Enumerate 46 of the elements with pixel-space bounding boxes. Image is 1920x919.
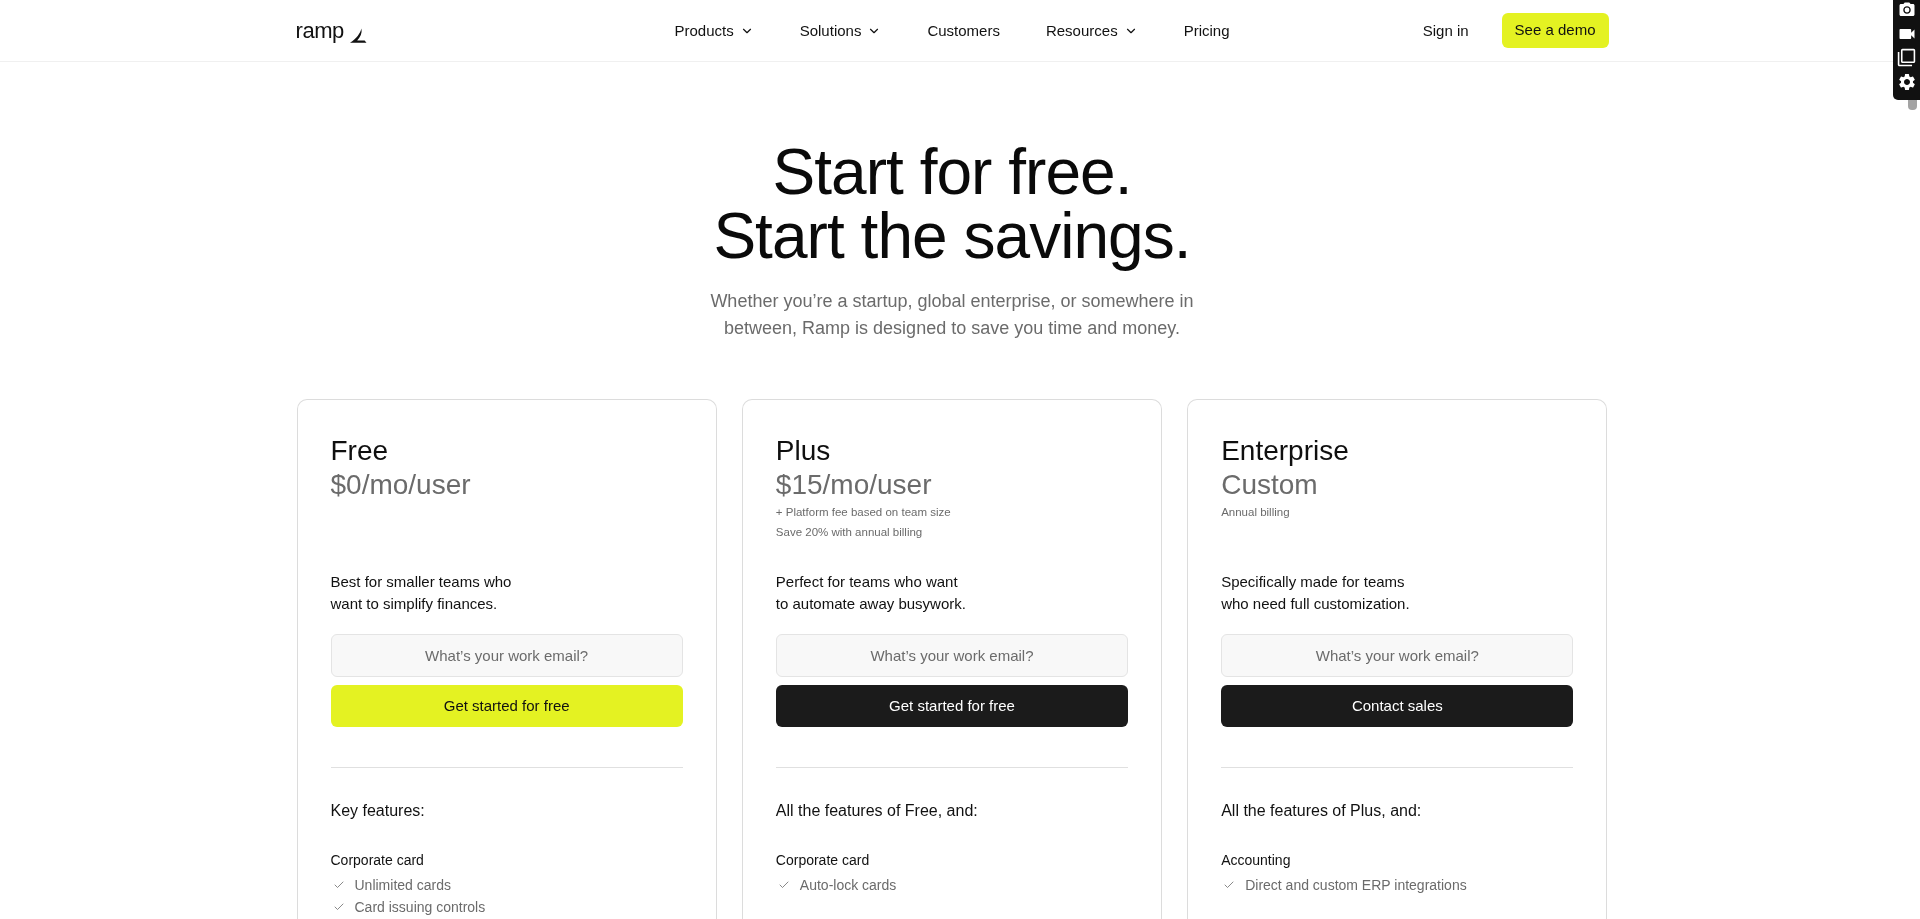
email-input[interactable]: What’s your work email? (775, 634, 1129, 677)
price-note: + Platform fee based on team size (775, 505, 951, 520)
camera-icon[interactable] (1897, 1, 1916, 19)
plan-price: $0/mo/user (330, 468, 471, 502)
feature-item: Auto-lock cards (799, 876, 897, 895)
feature-group-title: Corporate card (775, 851, 870, 870)
plan-price: $15/mo/user (775, 468, 932, 502)
settings-icon[interactable] (1896, 71, 1917, 92)
nav-link[interactable]: Pricing (1183, 20, 1230, 41)
check-icon (332, 901, 345, 913)
plan-name: Plus (775, 434, 831, 468)
plan-description: Best for smaller teams who want to simplify finances. (330, 572, 512, 614)
nav-link[interactable]: Solutions (799, 20, 882, 41)
features-heading: All the features of Plus, and: (1221, 801, 1422, 821)
price-note: Save 20% with annual billing (775, 525, 923, 540)
check-icon (332, 879, 345, 891)
check-icon (777, 879, 790, 891)
plan-description: Specifically made for teams who need full customization. (1221, 572, 1410, 614)
logo-link[interactable]: ramp (295, 17, 367, 44)
plan-description: Perfect for teams who want to automate away busywork. (775, 572, 966, 614)
email-input[interactable]: What’s your work email? (1221, 634, 1574, 677)
feature-item: Unlimited cards (354, 876, 451, 895)
feature-item: Direct and custom ERP integrations (1245, 876, 1467, 895)
feature-item: Card issuing controls (354, 898, 486, 917)
wing-icon (348, 27, 367, 44)
plan-name: Free (330, 434, 389, 468)
price-note: Annual billing (1221, 505, 1290, 520)
plan-cta-button[interactable]: Contact sales (1221, 685, 1574, 727)
features-heading: All the features of Free, and: (775, 801, 978, 821)
features-heading: Key features: (330, 801, 425, 821)
scrollbar-thumb[interactable] (1908, 100, 1917, 110)
feature-group-title: Accounting (1221, 851, 1291, 870)
nav-link[interactable]: Products (674, 20, 754, 41)
stacked-squares-icon[interactable] (1897, 48, 1916, 68)
hero-subtitle: Whether you’re a startup, global enterprise, or somewhere in between, Ramp is designed to save you time and money. (710, 290, 1194, 340)
nav-link[interactable]: Customers (927, 20, 1000, 41)
nav-link[interactable]: Resources (1045, 20, 1138, 41)
email-input[interactable]: What’s your work email? (330, 634, 683, 677)
plan-cta-button[interactable]: Get started for free (330, 685, 683, 727)
sign-in-link[interactable]: Sign in (1422, 20, 1469, 41)
check-icon (1223, 879, 1236, 891)
plan-price: Custom (1221, 468, 1318, 502)
feature-group-title: Corporate card (330, 851, 424, 870)
plan-name: Enterprise (1221, 434, 1349, 468)
plan-cta-button[interactable]: Get started for free (775, 685, 1129, 727)
see-demo-button[interactable]: See a demo (1501, 13, 1609, 48)
